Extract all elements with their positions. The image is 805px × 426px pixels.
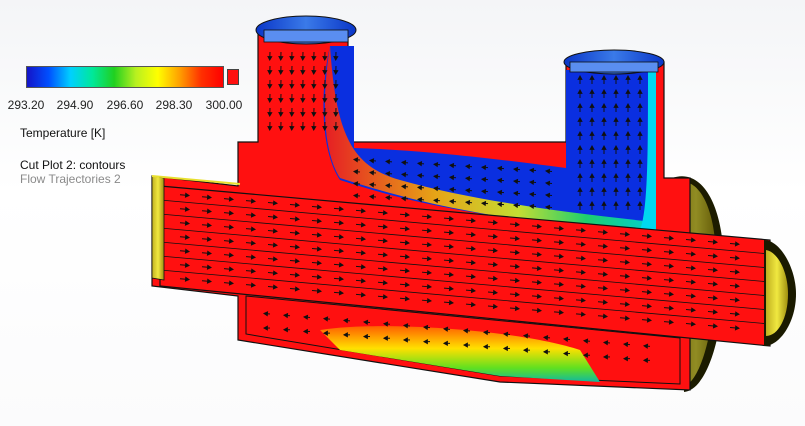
right-end-cap — [764, 240, 796, 346]
flow-trajectories-label[interactable]: Flow Trajectories 2 — [20, 172, 121, 186]
legend-tick: 300.00 — [205, 98, 243, 112]
legend-quantity-label: Temperature [K] — [20, 126, 106, 140]
legend-max-swatch — [227, 69, 239, 85]
outlet-nozzle[interactable] — [563, 49, 665, 75]
inlet-nozzle[interactable] — [255, 15, 357, 45]
cut-plot-label[interactable]: Cut Plot 2: contours — [20, 158, 125, 172]
legend-color-bar — [26, 66, 224, 88]
temperature-legend: 293.20 294.90 296.60 298.30 300.00 Tempe… — [8, 62, 268, 192]
